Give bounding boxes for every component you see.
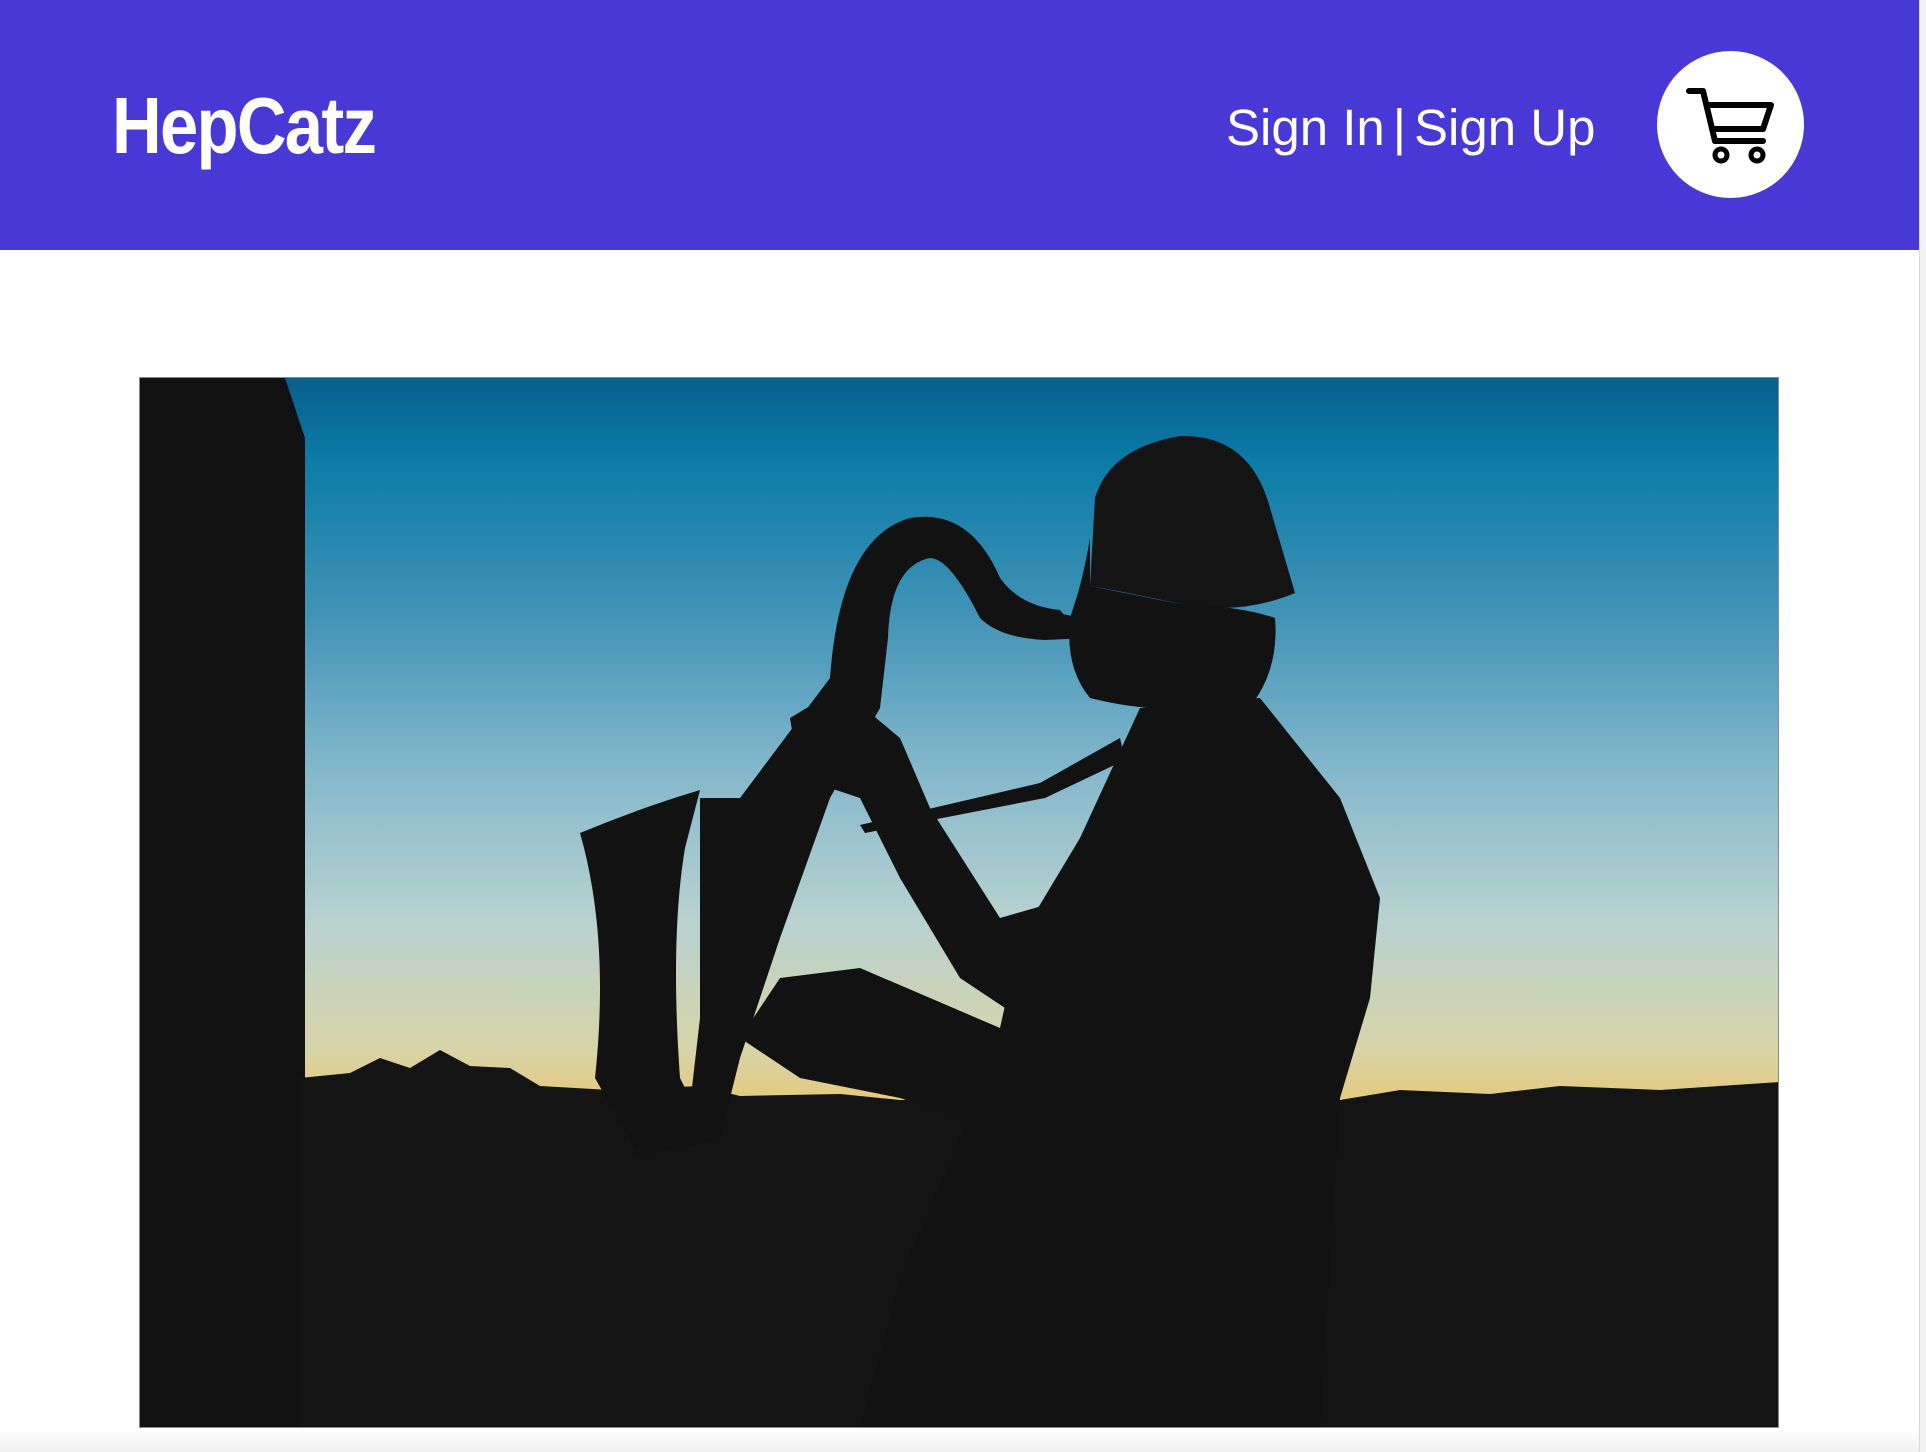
- shopping-cart-icon: [1685, 87, 1774, 163]
- site-header: HepCatz Sign In | Sign Up: [0, 0, 1919, 250]
- sign-in-link[interactable]: Sign In: [1226, 99, 1385, 156]
- hero-image: [139, 377, 1779, 1428]
- page-bottom-shadow: [0, 1430, 1919, 1452]
- cart-button[interactable]: [1657, 51, 1804, 198]
- auth-separator: |: [1392, 99, 1407, 156]
- sign-up-link[interactable]: Sign Up: [1414, 99, 1595, 156]
- saxophone-player-silhouette: [140, 378, 1778, 1427]
- window-edge: [1919, 0, 1926, 1452]
- brand-logo[interactable]: HepCatz: [112, 78, 377, 174]
- auth-links: Sign In | Sign Up: [1226, 98, 1595, 158]
